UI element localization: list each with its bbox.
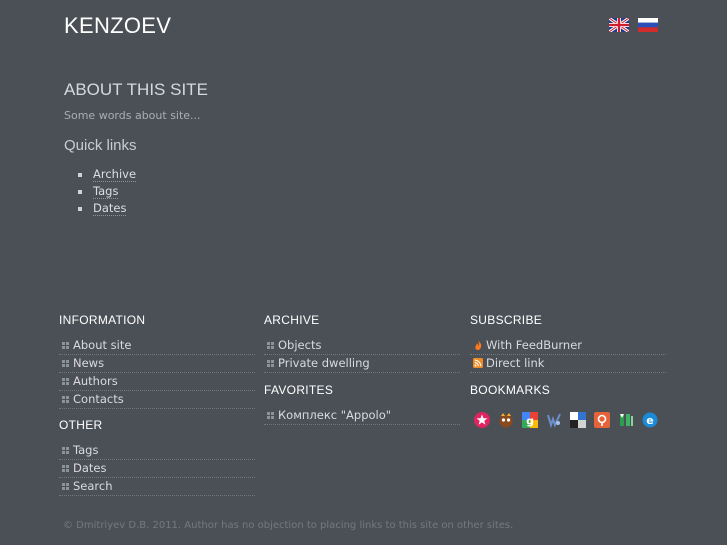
list-item: Tags	[78, 184, 136, 201]
other-heading: OTHER	[59, 418, 103, 432]
other-links: Tags Dates Search	[59, 442, 255, 496]
footer-link-dates[interactable]: Dates	[59, 460, 255, 478]
grid-icon	[62, 342, 69, 349]
footer-link-news[interactable]: News	[59, 355, 255, 373]
language-switcher	[609, 18, 658, 32]
quick-link-dates[interactable]: Dates	[93, 201, 127, 216]
archive-heading: ARCHIVE	[264, 313, 320, 327]
subscribe-links: With FeedBurner Direct link	[470, 337, 666, 373]
information-links: About site News Authors Contacts	[59, 337, 255, 409]
direct-link[interactable]: Direct link	[470, 355, 666, 373]
grid-icon	[267, 412, 274, 419]
archive-section: ARCHIVE Objects Private dwelling	[264, 313, 460, 373]
delicious-icon[interactable]	[569, 411, 587, 429]
svg-text:g: g	[526, 415, 534, 428]
other-section: OTHER Tags Dates Search	[59, 418, 255, 496]
feedburner-link[interactable]: With FeedBurner	[470, 337, 666, 355]
footer-link-appolo[interactable]: Комплекс "Appolo"	[264, 407, 460, 425]
subscribe-heading: SUBSCRIBE	[470, 313, 543, 327]
bookmark-icons: g e	[470, 411, 666, 429]
bullet-icon	[78, 173, 82, 177]
grid-icon	[62, 483, 69, 490]
site-title[interactable]: KENZOEV	[64, 13, 171, 39]
grid-icon	[267, 360, 274, 367]
archive-links: Objects Private dwelling	[264, 337, 460, 373]
quick-link-archive[interactable]: Archive	[93, 167, 137, 182]
list-item: Archive	[78, 167, 137, 184]
favorites-heading: FAVORITES	[264, 383, 334, 397]
footer-link-contacts[interactable]: Contacts	[59, 391, 255, 409]
subscribe-section: SUBSCRIBE With FeedBurner Direct link	[470, 313, 666, 373]
bullet-icon	[78, 207, 82, 211]
footer-link-search[interactable]: Search	[59, 478, 255, 496]
grid-icon	[62, 396, 69, 403]
bookmarks-section: BOOKMARKS g e	[470, 383, 666, 429]
moemesto-icon[interactable]	[593, 411, 611, 429]
favorites-links: Комплекс "Appolo"	[264, 407, 460, 425]
favorites-section: FAVORITES Комплекс "Appolo"	[264, 383, 460, 425]
bobrdobr-icon[interactable]	[473, 411, 491, 429]
quick-link-tags[interactable]: Tags	[93, 184, 119, 199]
vkontakte-icon[interactable]	[545, 411, 563, 429]
memori-icon[interactable]	[497, 411, 515, 429]
about-heading: ABOUT THIS SITE	[64, 80, 208, 99]
quick-links-heading: Quick links	[64, 137, 137, 154]
grid-icon	[62, 360, 69, 367]
bookmarks-heading: BOOKMARKS	[470, 383, 551, 397]
footer-link-about-site[interactable]: About site	[59, 337, 255, 355]
feedburner-icon	[475, 340, 482, 350]
google-bookmarks-icon[interactable]: g	[521, 411, 539, 429]
svg-text:e: e	[646, 414, 653, 427]
copyright-text: © Dmitriyev D.B. 2011. Author has no obj…	[63, 520, 514, 531]
information-heading: INFORMATION	[59, 313, 146, 327]
mister-wong-icon[interactable]: e	[641, 411, 659, 429]
english-flag-icon[interactable]	[609, 18, 629, 32]
grid-icon	[62, 465, 69, 472]
rss-icon	[473, 358, 483, 368]
grid-icon	[62, 378, 69, 385]
quick-links-list: Archive Tags Dates	[78, 167, 137, 218]
footer-link-authors[interactable]: Authors	[59, 373, 255, 391]
grid-icon	[62, 447, 69, 454]
russian-flag-icon[interactable]	[638, 18, 658, 32]
bullet-icon	[78, 190, 82, 194]
page: KENZOEV ABOUT THIS SITE Some words about…	[0, 0, 727, 545]
footer-link-private-dwelling[interactable]: Private dwelling	[264, 355, 460, 373]
footer-link-objects[interactable]: Objects	[264, 337, 460, 355]
list-item: Dates	[78, 201, 136, 218]
information-section: INFORMATION About site News Authors Cont…	[59, 313, 255, 409]
grid-icon	[267, 342, 274, 349]
footer-link-tags[interactable]: Tags	[59, 442, 255, 460]
yandex-bookmarks-icon[interactable]	[617, 411, 635, 429]
about-text: Some words about site...	[64, 109, 201, 122]
